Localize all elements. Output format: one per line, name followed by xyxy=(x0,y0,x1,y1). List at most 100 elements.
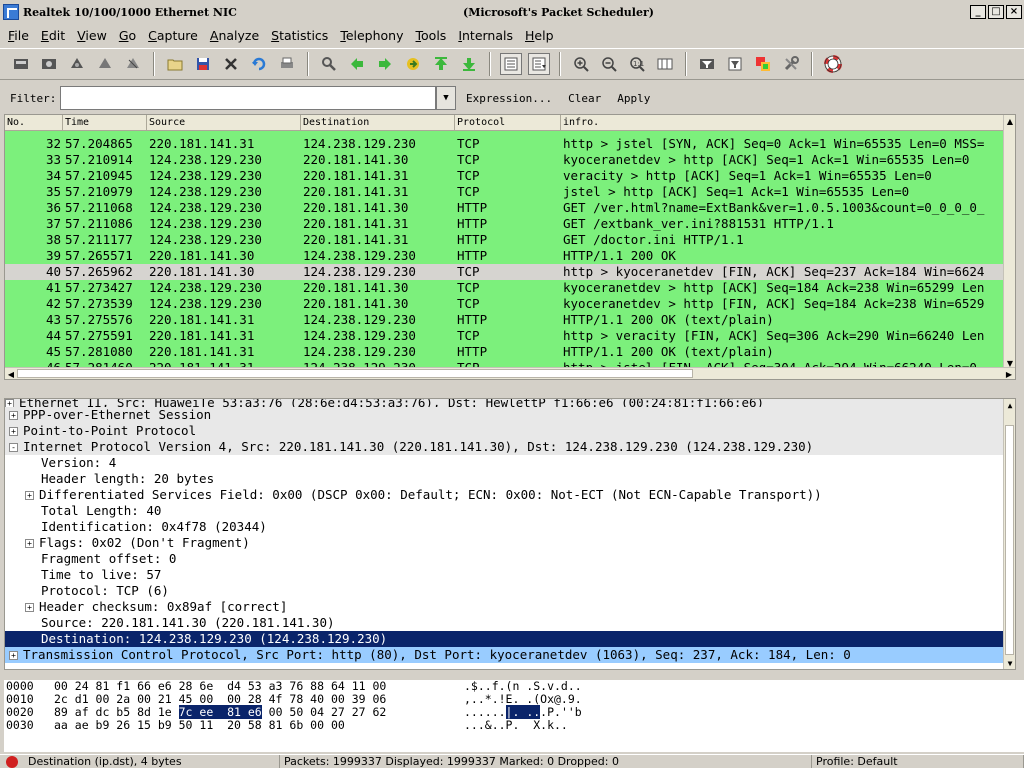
scroll-up-arrow-icon[interactable]: ▲ xyxy=(1004,115,1015,127)
scroll-left-arrow-icon[interactable]: ◀ xyxy=(5,368,17,379)
packet-row[interactable]: 35 57.210979 124.238.129.230 220.181.141.31… xyxy=(5,184,1015,200)
zoom-in-icon[interactable] xyxy=(570,53,592,75)
packet-row[interactable]: 44 57.275591 220.181.141.31 124.238.129.230… xyxy=(5,328,1015,344)
interfaces-icon[interactable] xyxy=(10,53,32,75)
scroll-down-arrow-icon[interactable]: ▼ xyxy=(1004,657,1015,669)
expand-icon[interactable]: + xyxy=(5,399,14,407)
detail-line[interactable]: Identification: 0x4f78 (20344) xyxy=(5,519,1015,535)
expert-info-icon[interactable] xyxy=(6,756,18,768)
go-last-icon[interactable] xyxy=(458,53,480,75)
packet-row[interactable]: 32 57.204865 220.181.141.31 124.238.129.230… xyxy=(5,136,1015,152)
go-to-packet-icon[interactable] xyxy=(402,53,424,75)
packet-row[interactable]: 34 57.210945 124.238.129.230 220.181.141.31… xyxy=(5,168,1015,184)
capture-stop-icon[interactable] xyxy=(94,53,116,75)
close-button[interactable]: × xyxy=(1006,5,1022,19)
find-packet-icon[interactable] xyxy=(318,53,340,75)
menu-file[interactable]: File xyxy=(8,28,29,43)
packet-row[interactable]: 40 57.265962 220.181.141.30 124.238.129.230… xyxy=(5,264,1015,280)
packet-row[interactable]: 37 57.211086 124.238.129.230 220.181.141.31… xyxy=(5,216,1015,232)
column-header-no[interactable]: No. xyxy=(5,115,63,130)
detail-line[interactable]: + Flags: 0x02 (Don't Fragment) xyxy=(5,535,1015,551)
filter-dropdown-arrow-icon[interactable]: ▼ xyxy=(436,86,456,110)
capture-restart-icon[interactable] xyxy=(122,53,144,75)
expand-icon[interactable]: + xyxy=(9,411,18,420)
menu-analyze[interactable]: Analyze xyxy=(210,28,259,43)
packet-row[interactable]: 39 57.265571 220.181.141.30 124.238.129.230… xyxy=(5,248,1015,264)
preferences-icon[interactable] xyxy=(780,53,802,75)
menu-internals[interactable]: Internals xyxy=(458,28,513,43)
detail-line[interactable]: Fragment offset: 0 xyxy=(5,551,1015,567)
capture-options-icon[interactable] xyxy=(38,53,60,75)
go-first-icon[interactable] xyxy=(430,53,452,75)
expression-button[interactable]: Expression... xyxy=(466,92,552,105)
packet-row[interactable]: 38 57.211177 124.238.129.230 220.181.141.31… xyxy=(5,232,1015,248)
expand-icon[interactable]: + xyxy=(9,651,18,660)
go-back-icon[interactable] xyxy=(346,53,368,75)
packet-list-horizontal-scrollbar[interactable]: ◀ ▶ xyxy=(5,367,1015,379)
expand-icon[interactable]: + xyxy=(25,491,34,500)
colorize-icon[interactable] xyxy=(500,53,522,75)
expand-icon[interactable]: + xyxy=(25,603,34,612)
detail-line[interactable]: Header length: 20 bytes xyxy=(5,471,1015,487)
zoom-out-icon[interactable] xyxy=(598,53,620,75)
horizontal-scroll-thumb[interactable] xyxy=(17,369,693,378)
detail-line[interactable]: Destination: 124.238.129.230 (124.238.12… xyxy=(5,631,1015,647)
minimize-button[interactable]: _ xyxy=(970,5,986,19)
detail-line-partial[interactable]: + Ethernet II, Src: HuaweiTe_53:a3:76 (28… xyxy=(5,399,1015,407)
menu-tools[interactable]: Tools xyxy=(416,28,447,43)
packet-row[interactable]: 42 57.273539 124.238.129.230 220.181.141.30… xyxy=(5,296,1015,312)
detail-line[interactable]: - Internet Protocol Version 4, Src: 220.1… xyxy=(5,439,1015,455)
detail-line[interactable]: Source: 220.181.141.30 (220.181.141.30) xyxy=(5,615,1015,631)
capture-start-icon[interactable] xyxy=(66,53,88,75)
zoom-normal-icon[interactable]: 1:1 xyxy=(626,53,648,75)
scroll-up-arrow-icon[interactable]: ▲ xyxy=(1004,399,1015,411)
coloring-rules-icon[interactable] xyxy=(752,53,774,75)
expand-icon[interactable]: + xyxy=(25,539,34,548)
reload-icon[interactable] xyxy=(248,53,270,75)
apply-button[interactable]: Apply xyxy=(617,92,650,105)
column-header-source[interactable]: Source xyxy=(147,115,301,130)
hex-row[interactable]: 0030 aa ae b9 26 15 b9 50 11 20 58 81 6b … xyxy=(6,719,1024,732)
save-icon[interactable] xyxy=(192,53,214,75)
column-header-time[interactable]: Time xyxy=(63,115,147,130)
detail-line[interactable]: + Header checksum: 0x89af [correct] xyxy=(5,599,1015,615)
packet-row[interactable]: 43 57.275576 220.181.141.31 124.238.129.230… xyxy=(5,312,1015,328)
detail-line[interactable]: Protocol: TCP (6) xyxy=(5,583,1015,599)
print-icon[interactable] xyxy=(276,53,298,75)
close-file-icon[interactable] xyxy=(220,53,242,75)
detail-line[interactable]: + Transmission Control Protocol, Src Port… xyxy=(5,647,1015,663)
display-filters-icon[interactable] xyxy=(724,53,746,75)
detail-line[interactable]: + Differentiated Services Field: 0x00 (DS… xyxy=(5,487,1015,503)
open-folder-icon[interactable] xyxy=(164,53,186,75)
detail-line[interactable]: Total Length: 40 xyxy=(5,503,1015,519)
status-profile[interactable]: Profile: Default xyxy=(812,755,1024,768)
vertical-scroll-thumb[interactable] xyxy=(1005,425,1014,655)
collapse-icon[interactable]: - xyxy=(9,443,18,452)
menu-capture[interactable]: Capture xyxy=(148,28,198,43)
resize-columns-icon[interactable] xyxy=(654,53,676,75)
menu-go[interactable]: Go xyxy=(119,28,136,43)
menu-view[interactable]: View xyxy=(77,28,107,43)
go-forward-icon[interactable] xyxy=(374,53,396,75)
scroll-right-arrow-icon[interactable]: ▶ xyxy=(1003,368,1015,379)
detail-line[interactable]: + Point-to-Point Protocol xyxy=(5,423,1015,439)
menu-help[interactable]: Help xyxy=(525,28,554,43)
auto-scroll-icon[interactable] xyxy=(528,53,550,75)
packet-row[interactable]: 33 57.210914 124.238.129.230 220.181.141.30… xyxy=(5,152,1015,168)
help-lifebuoy-icon[interactable] xyxy=(822,53,844,75)
capture-filters-icon[interactable] xyxy=(696,53,718,75)
details-vertical-scrollbar[interactable]: ▲ ▼ xyxy=(1003,399,1015,669)
maximize-button[interactable]: □ xyxy=(988,5,1004,19)
clear-button[interactable]: Clear xyxy=(568,92,601,105)
menu-edit[interactable]: Edit xyxy=(41,28,65,43)
packet-row[interactable]: 36 57.211068 124.238.129.230 220.181.141.30… xyxy=(5,200,1015,216)
detail-line[interactable]: Version: 4 xyxy=(5,455,1015,471)
filter-input[interactable] xyxy=(60,86,436,110)
packet-list-vertical-scrollbar[interactable]: ▲ ▼ xyxy=(1003,115,1015,369)
detail-line[interactable]: Time to live: 57 xyxy=(5,567,1015,583)
packet-row[interactable]: 41 57.273427 124.238.129.230 220.181.141.30… xyxy=(5,280,1015,296)
column-header-destination[interactable]: Destination xyxy=(301,115,455,130)
detail-line[interactable]: + PPP-over-Ethernet Session xyxy=(5,407,1015,423)
menu-telephony[interactable]: Telephony xyxy=(340,28,403,43)
column-header-info[interactable]: infro. xyxy=(561,115,1015,130)
